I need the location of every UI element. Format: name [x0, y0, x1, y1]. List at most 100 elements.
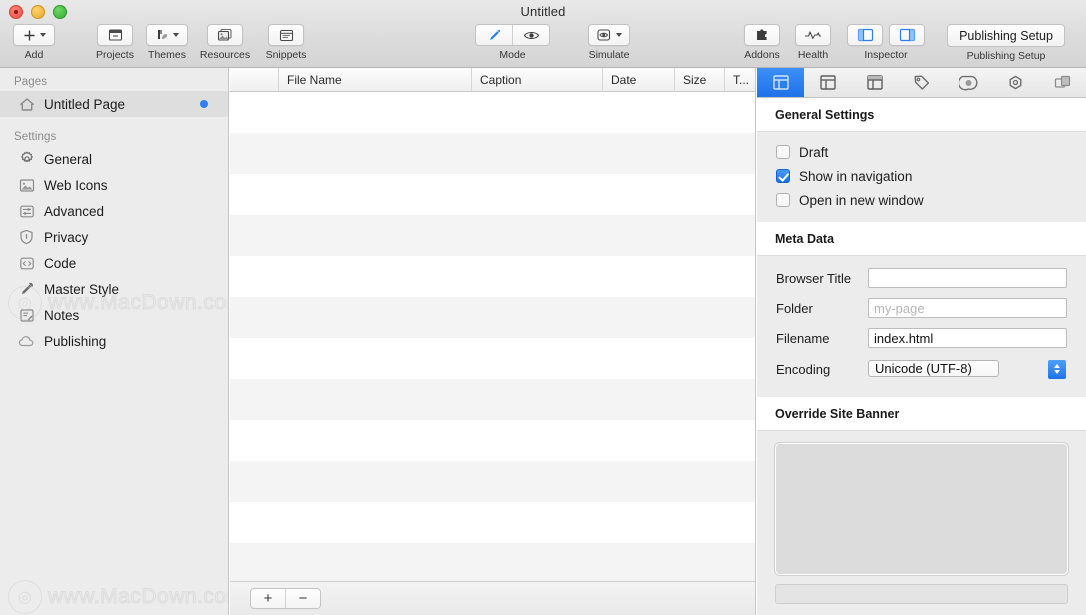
sidebar-item-master-style[interactable]: Master Style	[0, 276, 228, 302]
projects-button[interactable]	[97, 24, 133, 46]
sidebar-item-web-icons[interactable]: Web Icons	[0, 172, 228, 198]
chevron-down-icon	[1054, 370, 1060, 374]
sidebar-item-untitled-page[interactable]: Untitled Page	[0, 91, 228, 117]
tab-stack-window[interactable]	[1039, 68, 1086, 97]
snippets-button[interactable]	[268, 24, 304, 46]
hexagon-icon	[1009, 75, 1022, 89]
sidebar-item-label: Notes	[44, 307, 80, 323]
toolbar-snippets[interactable]: Snippets	[257, 24, 315, 61]
column-header-caption[interactable]: Caption	[472, 68, 603, 92]
left-panel-icon	[857, 28, 873, 42]
tab-sidebar-layout[interactable]	[804, 68, 851, 97]
tab-page-layout[interactable]	[757, 68, 804, 97]
toolbar-themes[interactable]: Themes	[141, 24, 193, 61]
open-in-new-window-label: Open in new window	[799, 192, 924, 208]
pencil-icon	[489, 29, 500, 40]
table-row[interactable]	[230, 502, 755, 543]
toolbar-inspector[interactable]: Inspector	[838, 24, 934, 61]
health-button[interactable]	[795, 24, 831, 46]
inspector-right-panel-button[interactable]	[889, 24, 925, 46]
table-row[interactable]	[230, 379, 755, 420]
table-row[interactable]	[230, 215, 755, 256]
page-status-dot	[200, 100, 208, 108]
column-header-blank[interactable]	[230, 68, 279, 92]
toolbar-mode[interactable]: Mode	[459, 24, 566, 61]
mode-segmented-control[interactable]	[475, 24, 550, 46]
toolbar-left-group: Add Projects Themes Resources Snippets	[8, 24, 315, 61]
field-row-folder: Folder	[757, 293, 1086, 323]
themes-button[interactable]	[146, 24, 188, 46]
table-row[interactable]	[230, 297, 755, 338]
sidebar-item-privacy[interactable]: Privacy	[0, 224, 228, 250]
checkbox-row-draft[interactable]: Draft	[757, 140, 1086, 164]
table-row[interactable]	[230, 420, 755, 461]
resources-button[interactable]	[207, 24, 243, 46]
toolbar-add[interactable]: Add	[8, 24, 60, 61]
sidebar-item-publishing[interactable]: Publishing	[0, 328, 228, 354]
addons-button[interactable]	[744, 24, 780, 46]
toolbar-publishing[interactable]: Publishing Setup Publishing Setup	[934, 24, 1078, 62]
add-file-button[interactable]: +	[251, 589, 286, 608]
inspector-tab-bar	[757, 68, 1086, 98]
remove-file-button[interactable]: −	[286, 589, 320, 608]
watermark-badge-icon: ◎	[8, 580, 42, 614]
mode-edit-button[interactable]	[476, 25, 513, 45]
sidebar-item-code[interactable]: Code	[0, 250, 228, 276]
browser-title-input[interactable]	[868, 268, 1067, 288]
sidebar-item-notes[interactable]: Notes	[0, 302, 228, 328]
tab-target[interactable]	[945, 68, 992, 97]
simulate-button[interactable]	[588, 24, 630, 46]
toolbar-projects[interactable]: Projects	[89, 24, 141, 61]
table-row[interactable]	[230, 256, 755, 297]
right-panel-icon	[899, 28, 915, 42]
table-row[interactable]	[230, 92, 755, 133]
column-header-type[interactable]: T...	[725, 68, 753, 92]
window-icon	[279, 29, 293, 41]
toolbar-addons[interactable]: Addons	[736, 24, 788, 61]
sliders-icon	[18, 203, 35, 220]
table-row[interactable]	[230, 543, 755, 584]
sidebar-item-advanced[interactable]: Advanced	[0, 198, 228, 224]
tab-tag[interactable]	[898, 68, 945, 97]
column-header-file-name[interactable]: File Name	[279, 68, 472, 92]
tab-hexagon[interactable]	[992, 68, 1039, 97]
toolbar-resources[interactable]: Resources	[193, 24, 257, 61]
add-remove-segmented-control[interactable]: + −	[250, 588, 321, 609]
checkbox-row-open-in-new-window[interactable]: Open in new window	[757, 188, 1086, 212]
encoding-select[interactable]: Unicode (UTF-8)	[868, 359, 1067, 380]
sidebar-item-general[interactable]: General	[0, 146, 228, 172]
toolbar-simulate[interactable]: Simulate	[578, 24, 640, 61]
banner-drop-well[interactable]	[775, 443, 1068, 575]
mode-preview-button[interactable]	[513, 25, 549, 45]
open-in-new-window-checkbox[interactable]	[776, 193, 790, 207]
folder-input[interactable]	[868, 298, 1067, 318]
sidebar-layout-icon	[819, 75, 836, 90]
column-header-size[interactable]: Size	[675, 68, 725, 92]
filename-input[interactable]	[868, 328, 1067, 348]
snippets-label: Snippets	[265, 49, 307, 61]
filename-label: Filename	[776, 330, 830, 346]
banner-secondary-strip[interactable]	[775, 584, 1068, 604]
file-list-rows	[230, 92, 755, 615]
add-button[interactable]	[13, 24, 55, 46]
show-in-navigation-checkbox[interactable]	[776, 169, 790, 183]
column-header-date[interactable]: Date	[603, 68, 675, 92]
inspector-left-panel-button[interactable]	[847, 24, 883, 46]
table-row[interactable]	[230, 133, 755, 174]
table-row[interactable]	[230, 461, 755, 502]
table-row[interactable]	[230, 174, 755, 215]
left-sidebar: Pages Untitled Page Settings General Web…	[0, 68, 229, 615]
table-row[interactable]	[230, 338, 755, 379]
photos-icon	[217, 28, 232, 41]
toolbar-health[interactable]: Health	[788, 24, 838, 61]
chevron-up-icon	[1054, 364, 1060, 368]
file-list-footer: + −	[230, 581, 755, 615]
draft-checkbox[interactable]	[776, 145, 790, 159]
file-list-panel: File Name Caption Date Size T... + −	[230, 68, 756, 615]
shield-icon	[18, 229, 35, 246]
sidebar-item-label: Master Style	[44, 281, 120, 297]
checkbox-row-show-in-navigation[interactable]: Show in navigation	[757, 164, 1086, 188]
publishing-setup-button[interactable]: Publishing Setup	[947, 24, 1065, 47]
tab-header-layout[interactable]	[851, 68, 898, 97]
stepper-arrows-icon[interactable]	[1048, 359, 1066, 379]
